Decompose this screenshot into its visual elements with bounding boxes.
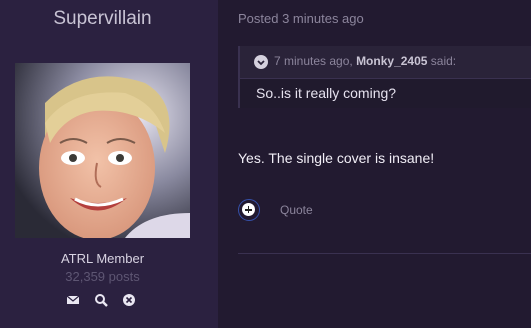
multiquote-plus-button[interactable] [238,199,260,221]
avatar-image [15,63,190,238]
post-content: Posted 3 minutes ago 7 minutes ago, Monk… [218,0,531,328]
author-panel: Supervillain ATRL Member 32,359 posts [0,0,218,328]
quote-button[interactable]: Quote [280,203,313,217]
author-actions [66,293,141,307]
chevron-down-icon[interactable] [254,55,268,69]
quote-time: 7 minutes ago, [274,54,353,68]
close-icon[interactable] [122,293,136,307]
envelope-icon[interactable] [66,293,80,307]
quote-action: Quote [238,199,358,223]
quote-said: said: [430,54,457,68]
quote-citation: 7 minutes ago, Monky_2405 said: [274,54,456,68]
quote-header: 7 minutes ago, Monky_2405 said: [240,46,531,79]
member-title: ATRL Member [60,251,145,266]
author-username[interactable]: Supervillain [0,8,205,30]
avatar[interactable] [15,63,190,238]
quote-author[interactable]: Monky_2405 [356,54,427,68]
posted-time[interactable]: Posted 3 minutes ago [238,11,364,26]
divider [238,253,531,254]
post-body: Yes. The single cover is insane! [238,150,435,166]
quote-text: So..is it really coming? [256,85,397,101]
post-count: 32,359 posts [65,269,140,284]
quote-block: 7 minutes ago, Monky_2405 said: So..is i… [238,46,531,108]
search-icon[interactable] [94,293,108,307]
